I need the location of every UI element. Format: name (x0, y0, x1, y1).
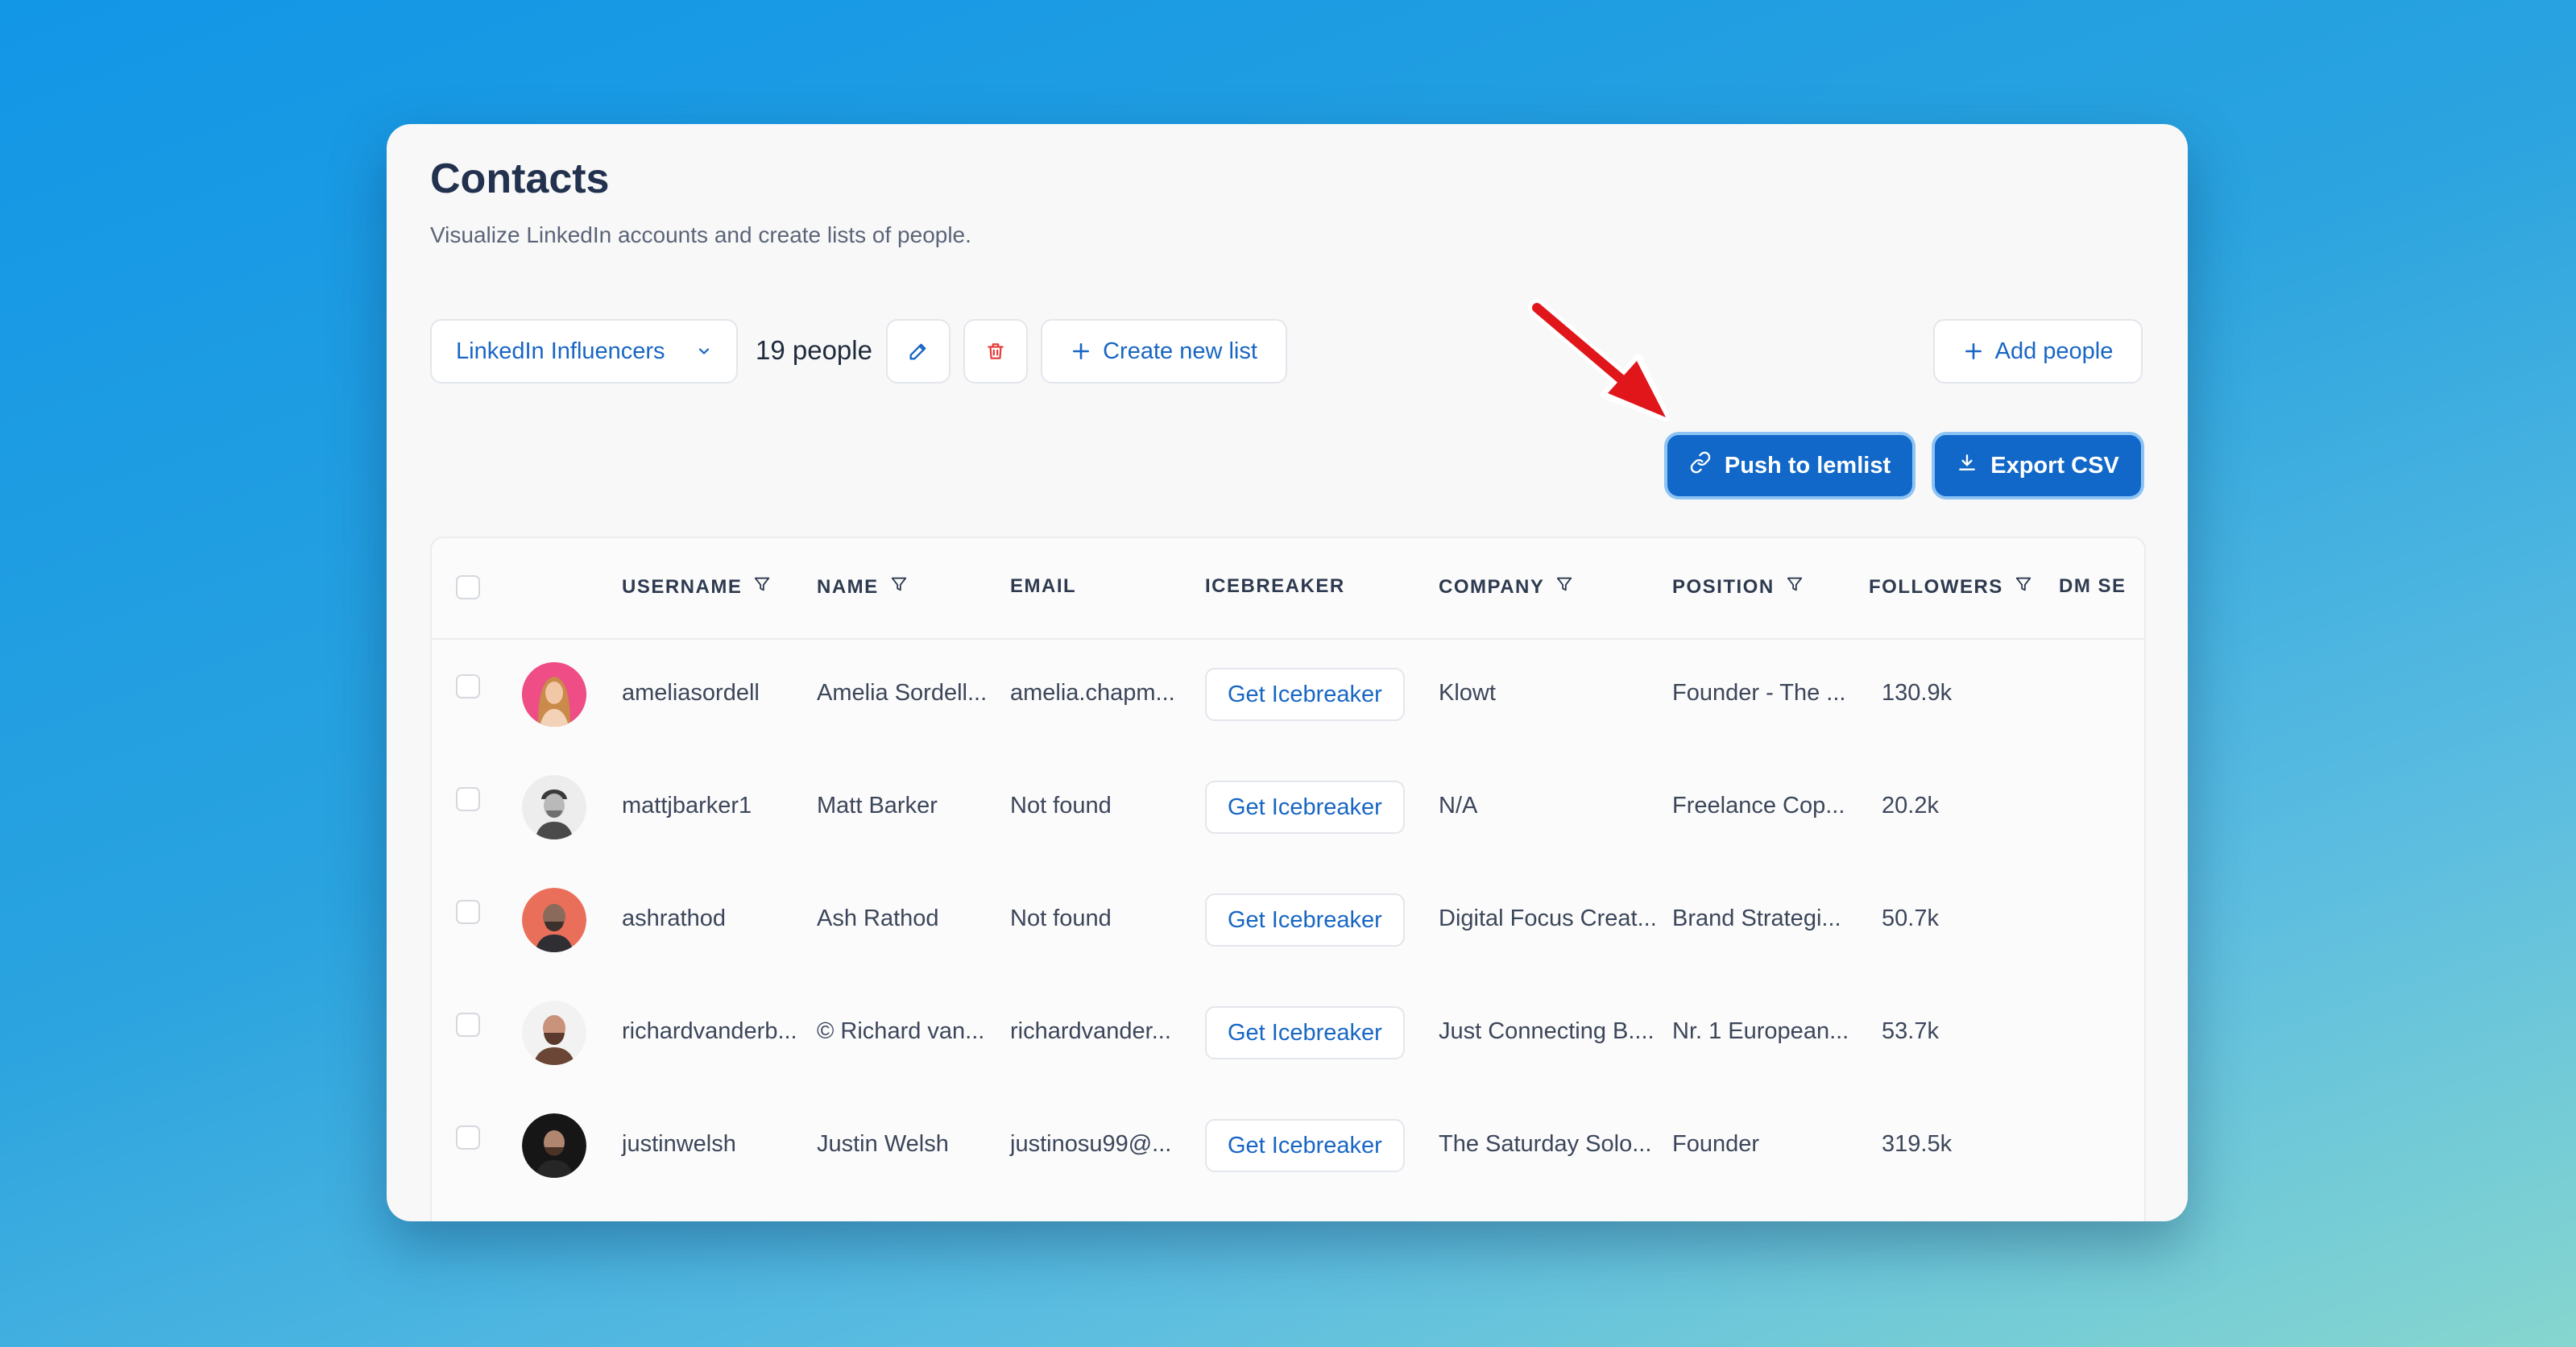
filter-icon[interactable] (2015, 575, 2032, 599)
avatar (522, 1001, 586, 1065)
email-cell: Not found (1010, 906, 1112, 931)
followers-cell: 130.9k (1882, 680, 1953, 706)
add-people-label: Add people (1994, 338, 2114, 364)
select-all-checkbox[interactable] (456, 575, 480, 599)
email-cell: amelia.chapm... (1010, 680, 1175, 706)
position-cell: Freelance Cop... (1672, 793, 1845, 819)
list-select-label: LinkedIn Influencers (456, 338, 665, 364)
create-new-list-label: Create new list (1103, 338, 1257, 364)
column-header-name[interactable]: NAME (817, 575, 908, 599)
export-csv-label: Export CSV (1990, 452, 2119, 479)
page-subtitle: Visualize LinkedIn accounts and create l… (430, 222, 971, 247)
contacts-table: USERNAME NAME EMAIL ICEBREAKER COMPANY P… (430, 537, 2146, 1221)
name-cell: Amelia Sordell... (817, 680, 988, 706)
filter-icon[interactable] (1786, 575, 1804, 599)
delete-list-button[interactable] (963, 319, 1028, 383)
column-header-dm-sent: DM SE (2059, 575, 2127, 597)
filter-icon[interactable] (890, 575, 908, 599)
table-row[interactable]: richardvanderb... © Richard van... richa… (432, 976, 2144, 1089)
table-row[interactable]: ashrathod Ash Rathod Not found Get Icebr… (432, 864, 2144, 976)
company-cell: Digital Focus Creat... (1439, 906, 1657, 931)
name-cell: Justin Welsh (817, 1131, 949, 1157)
get-icebreaker-button[interactable]: Get Icebreaker (1205, 893, 1405, 947)
filter-icon[interactable] (753, 575, 771, 599)
username-cell: richardvanderb... (622, 1018, 797, 1044)
column-header-icebreaker: ICEBREAKER (1205, 575, 1345, 597)
get-icebreaker-button[interactable]: Get Icebreaker (1205, 1119, 1405, 1172)
company-cell: Just Connecting B.... (1439, 1018, 1655, 1044)
email-cell: richardvander... (1010, 1018, 1171, 1044)
followers-cell: 319.5k (1882, 1131, 1953, 1157)
contacts-card: Contacts Visualize LinkedIn accounts and… (387, 124, 2188, 1221)
company-cell: The Saturday Solo... (1439, 1131, 1652, 1157)
get-icebreaker-button[interactable]: Get Icebreaker (1205, 781, 1405, 834)
get-icebreaker-button[interactable]: Get Icebreaker (1205, 668, 1405, 721)
row-checkbox[interactable] (456, 674, 480, 698)
edit-list-button[interactable] (886, 319, 950, 383)
followers-cell: 53.7k (1882, 1018, 1939, 1044)
filter-icon[interactable] (1555, 575, 1573, 599)
people-count: 19 people (756, 335, 872, 365)
avatar (522, 1113, 586, 1178)
position-cell: Founder (1672, 1131, 1760, 1157)
username-cell: mattjbarker1 (622, 793, 752, 819)
export-csv-button[interactable]: Export CSV (1935, 435, 2141, 496)
table-row[interactable]: ameliasordell Amelia Sordell... amelia.c… (432, 638, 2144, 751)
pencil-icon (907, 340, 930, 363)
position-cell: Brand Strategi... (1672, 906, 1841, 931)
create-new-list-button[interactable]: Create new list (1041, 319, 1287, 383)
avatar (522, 888, 586, 952)
push-to-lemlist-label: Push to lemlist (1724, 452, 1891, 479)
column-header-username[interactable]: USERNAME (622, 575, 771, 599)
download-icon (1957, 452, 1978, 479)
row-checkbox[interactable] (456, 787, 480, 811)
list-select-dropdown[interactable]: LinkedIn Influencers (430, 319, 738, 383)
username-cell: ameliasordell (622, 680, 760, 706)
name-cell: Matt Barker (817, 793, 938, 819)
table-header: USERNAME NAME EMAIL ICEBREAKER COMPANY P… (432, 538, 2144, 640)
annotation-arrow-icon (1528, 299, 1670, 421)
position-cell: Nr. 1 European... (1672, 1018, 1849, 1044)
push-to-lemlist-button[interactable]: Push to lemlist (1667, 435, 1912, 496)
row-checkbox[interactable] (456, 1013, 480, 1037)
link-icon (1689, 451, 1712, 480)
name-cell: © Richard van... (817, 1018, 985, 1044)
table-row[interactable]: mattjbarker1 Matt Barker Not found Get I… (432, 751, 2144, 864)
plus-icon (1071, 341, 1091, 362)
company-cell: N/A (1439, 793, 1478, 819)
followers-cell: 20.2k (1882, 793, 1939, 819)
column-header-email: EMAIL (1010, 575, 1077, 597)
page-title: Contacts (430, 155, 610, 202)
name-cell: Ash Rathod (817, 906, 939, 931)
username-cell: justinwelsh (622, 1131, 736, 1157)
row-checkbox[interactable] (456, 1125, 480, 1150)
plus-icon (1963, 341, 1984, 362)
chevron-down-icon (696, 343, 712, 359)
avatar (522, 662, 586, 727)
username-cell: ashrathod (622, 906, 726, 931)
column-header-company[interactable]: COMPANY (1439, 575, 1573, 599)
company-cell: Klowt (1439, 680, 1496, 706)
table-row[interactable]: justinwelsh Justin Welsh justinosu99@...… (432, 1089, 2144, 1202)
email-cell: Not found (1010, 793, 1112, 819)
column-header-followers[interactable]: FOLLOWERS (1869, 575, 2032, 599)
position-cell: Founder - The ... (1672, 680, 1846, 706)
column-header-position[interactable]: POSITION (1672, 575, 1804, 599)
get-icebreaker-button[interactable]: Get Icebreaker (1205, 1006, 1405, 1059)
email-cell: justinosu99@... (1010, 1131, 1172, 1157)
followers-cell: 50.7k (1882, 906, 1939, 931)
avatar (522, 775, 586, 839)
add-people-button[interactable]: Add people (1933, 319, 2143, 383)
trash-icon (985, 341, 1006, 362)
row-checkbox[interactable] (456, 900, 480, 924)
